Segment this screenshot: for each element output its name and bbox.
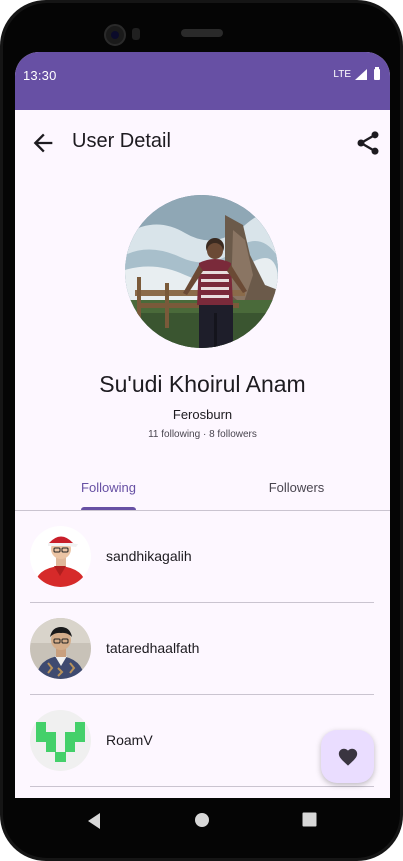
tab-followers[interactable]: Followers	[203, 466, 390, 510]
avatar	[30, 710, 91, 771]
profile-name: Su'udi Khoirul Anam	[99, 371, 306, 397]
profile-stats: 11 following · 8 followers	[148, 429, 257, 440]
user-photo	[30, 526, 91, 587]
signal-icon	[355, 69, 367, 80]
front-camera	[104, 24, 126, 46]
system-nav-bar	[0, 798, 403, 846]
status-indicators: LTE	[333, 67, 380, 80]
earpiece-speaker	[181, 29, 223, 37]
profile-photo	[125, 195, 278, 348]
status-time: 13:30	[23, 68, 57, 83]
app-screen: 13:30 LTE User Detail Su'udi Khoirul Ana…	[15, 52, 390, 798]
arrow-back-icon	[33, 133, 53, 153]
nav-back-button[interactable]	[86, 812, 102, 835]
heart-icon	[338, 748, 358, 766]
list-item[interactable]: sandhikagalih	[15, 511, 390, 603]
user-photo	[30, 618, 91, 679]
tab-following[interactable]: Following	[15, 466, 202, 510]
share-icon	[357, 131, 379, 155]
list-item-username: tataredhaalfath	[106, 640, 200, 656]
proximity-sensor	[132, 28, 140, 40]
list-item[interactable]: tataredhaalfath	[15, 603, 390, 695]
favorite-fab[interactable]	[321, 730, 374, 783]
network-type: LTE	[333, 69, 351, 80]
nav-home-icon	[195, 813, 209, 827]
share-button[interactable]	[354, 129, 382, 157]
nav-recent-icon	[302, 812, 317, 827]
phone-frame: 13:30 LTE User Detail Su'udi Khoirul Ana…	[0, 0, 403, 861]
battery-icon	[374, 67, 380, 80]
list-item-username: RoamV	[106, 732, 153, 748]
identicon-avatar	[30, 710, 91, 771]
list-divider	[30, 786, 374, 787]
nav-recent-button[interactable]	[302, 812, 317, 832]
list-item-username: sandhikagalih	[106, 548, 192, 564]
profile-avatar	[125, 195, 278, 348]
avatar	[30, 618, 91, 679]
tab-row: Following Followers	[15, 466, 390, 511]
nav-home-button[interactable]	[194, 812, 210, 833]
top-app-bar: User Detail	[15, 110, 390, 174]
status-bar: 13:30 LTE	[15, 52, 390, 110]
profile-location: Ferosburn	[172, 407, 233, 422]
nav-back-icon	[88, 813, 100, 829]
page-title: User Detail	[72, 130, 171, 152]
avatar	[30, 526, 91, 587]
back-button[interactable]	[29, 129, 57, 157]
tab-indicator	[81, 507, 136, 510]
